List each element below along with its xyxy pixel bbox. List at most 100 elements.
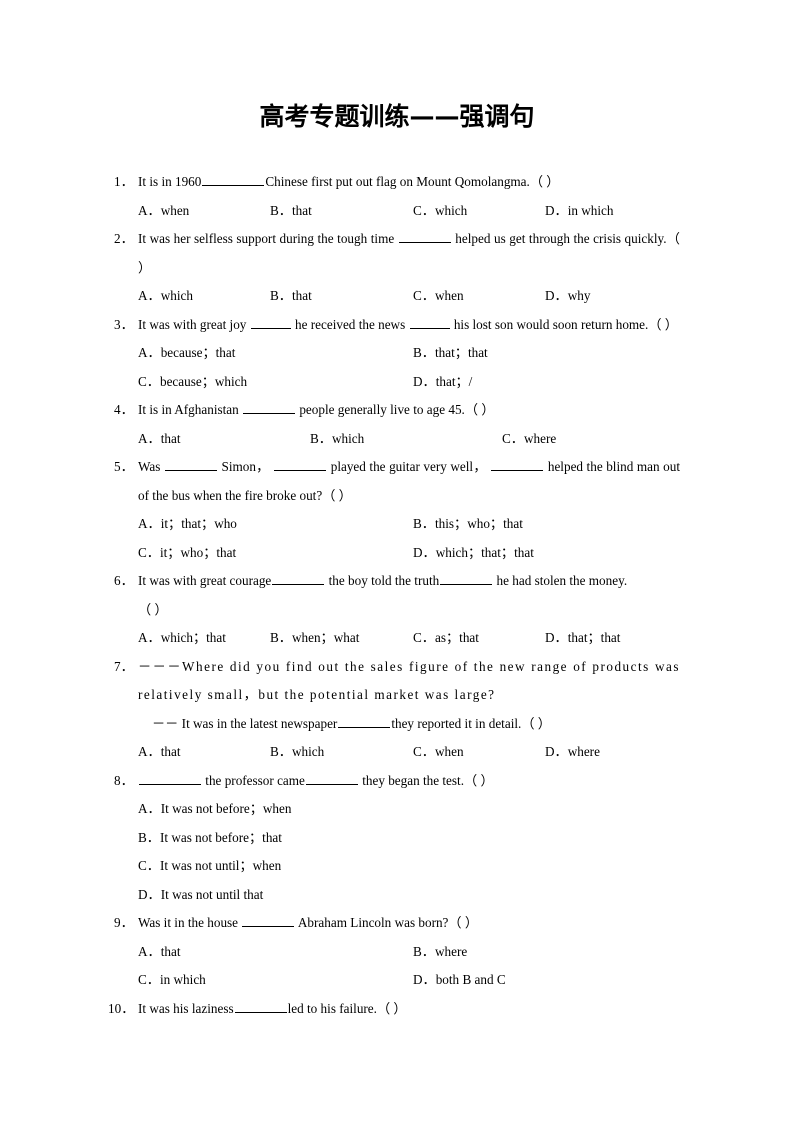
option-row: A．that B．which C．where [138, 425, 680, 454]
option-row: A．It was not before；when [138, 795, 680, 824]
document-page: 高考专题训练——强调句 1． It is in 1960 Chinese first… [0, 0, 794, 1123]
answer-blank[interactable] [338, 714, 391, 728]
answer-blank[interactable] [139, 771, 201, 785]
answer-blank[interactable] [491, 457, 544, 471]
option-c[interactable]: C．because；which [138, 368, 247, 397]
option-c[interactable]: C．as；that [413, 624, 479, 653]
option-row: A．because；that B．that；that [138, 339, 680, 368]
option-d[interactable]: D．in which [545, 197, 614, 226]
question-options: A．It was not before；when B．It was not be… [114, 795, 680, 909]
option-a[interactable]: A．that [138, 938, 181, 967]
option-a[interactable]: A．that [138, 738, 181, 767]
option-c[interactable]: C．which [413, 197, 467, 226]
answer-blank[interactable] [164, 457, 217, 471]
question-number: 9． [114, 915, 134, 930]
option-row: A．which；that B．when；what C．as；that D．tha… [138, 624, 680, 653]
stem-text-c: played the guitar very well， [327, 459, 491, 474]
option-c[interactable]: C．when [413, 738, 464, 767]
option-a[interactable]: A．It was not before；when [138, 795, 291, 824]
option-a[interactable]: A．because；that [138, 339, 235, 368]
answer-blank[interactable] [272, 571, 325, 585]
option-row: C．in which D．both B and C [138, 966, 680, 995]
question-options: A．that B．which C．where [114, 425, 680, 454]
option-a[interactable]: A．which [138, 282, 193, 311]
stem-text-b: Abraham Lincoln was born?（ ） [295, 915, 479, 930]
option-a[interactable]: A．which；that [138, 624, 226, 653]
option-c[interactable]: C．it；who；that [138, 539, 236, 568]
stem-text-a: It is in Afghanistan [138, 402, 243, 417]
stem-text-c: he had stolen the money. [493, 573, 628, 588]
stem-text-b: Chinese first put out flag on Mount Qomo… [265, 174, 560, 189]
question-dialogue-line-2: －－ It was in the latest newspaper they re… [114, 710, 680, 739]
stem-text-c: his lost son would soon return home.（ ） [450, 316, 678, 332]
option-row: B．It was not before；that [138, 824, 680, 853]
option-b[interactable]: B．that；that [413, 339, 488, 368]
option-row: C．it；who；that D．which；that；that [138, 539, 680, 568]
answer-blank[interactable] [243, 400, 296, 414]
stem-text-a: Was it in the house [138, 915, 242, 930]
questions-container: 1． It is in 1960 Chinese first put out fla… [108, 168, 680, 1024]
option-d[interactable]: D．where [545, 738, 600, 767]
stem-text-a: It was with great courage [138, 573, 272, 588]
option-a[interactable]: A．it；that；who [138, 510, 237, 539]
option-d[interactable]: D．that；that [545, 624, 620, 653]
option-d[interactable]: D．It was not until that [138, 881, 263, 910]
answer-blank[interactable] [305, 771, 358, 785]
dialogue-text-2b: they reported it in detail.（ ） [391, 715, 551, 731]
stem-text-b: he received the news [291, 316, 409, 332]
option-c[interactable]: C．It was not until；when [138, 852, 281, 881]
stem-text-b: they began the test.（ ） [358, 772, 494, 788]
question-stem-cont: （ ） [138, 601, 168, 617]
answer-blank[interactable] [398, 229, 451, 243]
option-a[interactable]: A．that [138, 425, 181, 454]
option-b[interactable]: B．that [270, 282, 312, 311]
option-b[interactable]: B．It was not before；that [138, 824, 282, 853]
stem-text-a: Was [138, 459, 164, 474]
option-b[interactable]: B．where [413, 938, 467, 967]
answer-blank[interactable] [234, 999, 287, 1013]
question-stem: 2． It was her selfless support during the… [114, 225, 680, 282]
option-b[interactable]: B．when；what [270, 624, 359, 653]
option-d[interactable]: D．which；that；that [413, 539, 534, 568]
dialogue-text-2a: －－ It was in the latest newspaper [152, 715, 338, 731]
answer-blank[interactable] [440, 571, 493, 585]
stem-text-b: Simon， [217, 459, 274, 474]
option-row: D．It was not until that [138, 881, 680, 910]
option-row: C．because；which D．that；/ [138, 368, 680, 397]
option-row: A．when B．that C．which D．in which [138, 197, 680, 226]
option-d[interactable]: D．why [545, 282, 590, 311]
stem-text-a: It was with great joy [138, 316, 250, 332]
stem-text-a: It was his laziness [138, 1000, 234, 1016]
option-b[interactable]: B．that [270, 197, 312, 226]
answer-blank[interactable] [409, 315, 450, 329]
question-item: 1． It is in 1960 Chinese first put out fla… [114, 168, 680, 197]
question-number: 2． [114, 231, 134, 246]
option-row: A．which B．that C．when D．why [138, 282, 680, 311]
question-options: A．which；that B．when；what C．as；that D．tha… [114, 624, 680, 653]
question-number: 3． [114, 316, 134, 332]
question-stem: 8． the professor came they began the tes… [114, 767, 680, 796]
option-c[interactable]: C．when [413, 282, 464, 311]
question-number: 8． [114, 772, 134, 788]
question-dialogue-line-1: 7． －－－Where did you find out the sales fi… [114, 653, 680, 710]
answer-blank[interactable] [242, 913, 295, 927]
question-stem: 10． It was his laziness led to his failure… [108, 995, 680, 1024]
answer-blank[interactable] [250, 315, 291, 329]
option-a[interactable]: A．when [138, 197, 189, 226]
question-stem: 4． It is in Afghanistan people generally … [114, 396, 680, 425]
question-item: 3． It was with great joy he received the … [114, 311, 680, 340]
option-d[interactable]: D．both B and C [413, 966, 506, 995]
option-d[interactable]: D．that；/ [413, 368, 472, 397]
option-c[interactable]: C．where [502, 425, 556, 454]
option-b[interactable]: B．this；who；that [413, 510, 523, 539]
option-c[interactable]: C．in which [138, 966, 206, 995]
question-number: 1． [114, 174, 134, 189]
question-item: 4． It is in Afghanistan people generally … [114, 396, 680, 425]
option-row: A．that B．which C．when D．where [138, 738, 680, 767]
dialogue-text-1: －－－Where did you find out the sales figu… [138, 658, 680, 703]
option-b[interactable]: B．which [270, 738, 324, 767]
option-b[interactable]: B．which [310, 425, 364, 454]
question-stem: 9． Was it in the house Abraham Lincoln wa… [114, 909, 680, 938]
answer-blank[interactable] [202, 172, 265, 186]
answer-blank[interactable] [274, 457, 327, 471]
